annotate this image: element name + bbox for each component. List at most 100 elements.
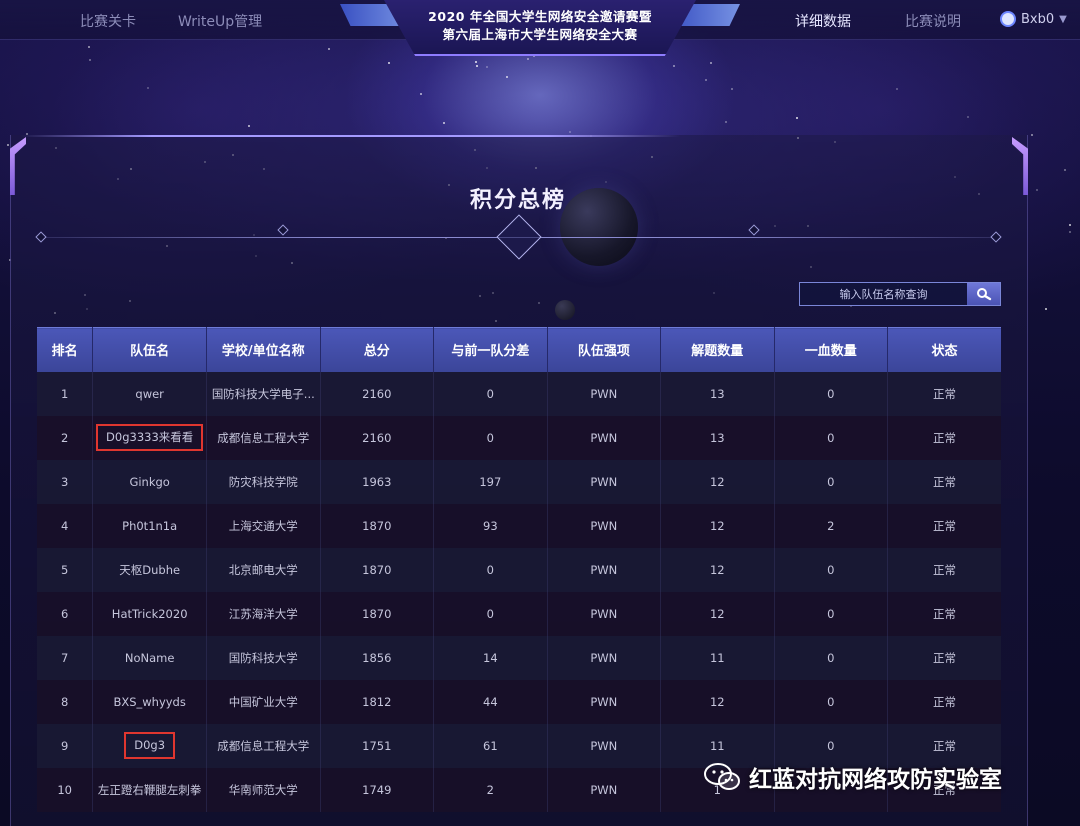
team-search: [799, 282, 1001, 306]
table-cell: PWN: [547, 415, 662, 460]
table-cell: 197: [433, 459, 548, 504]
table-row: 6 HatTrick2020 江苏海洋大学 1870 0 PWN 12 0 正常: [37, 591, 1001, 636]
table-row: 1 qwer 国防科技大学电子... 2160 0 PWN 13 0 正常: [37, 371, 1001, 416]
table-cell: 北京邮电大学: [206, 547, 321, 592]
table-cell: 0: [774, 679, 888, 724]
table-row: 2 D0g3333来看看 成都信息工程大学 2160 0 PWN 13 0 正常: [37, 415, 1001, 460]
table-cell: 12: [660, 679, 775, 724]
scoreboard-table: 排名 队伍名 学校/单位名称 总分 与前一队分差 队伍强项 解题数量 一血数量 状态 1 qwer…: [37, 327, 1001, 812]
chevron-down-icon: ▼: [1059, 13, 1067, 25]
nav-item-writeup[interactable]: WriteUp管理: [178, 11, 262, 31]
column-header: 状态: [887, 327, 1001, 372]
table-cell: 12: [660, 503, 775, 548]
table-cell: 5: [37, 547, 94, 592]
table-cell: 华南师范大学: [206, 767, 321, 812]
table-cell: 正常: [887, 635, 1001, 680]
page-title: 积分总榜: [469, 188, 566, 213]
panel-top-border: [20, 135, 680, 137]
table-cell: 11: [660, 635, 775, 680]
table-cell: 正常: [887, 591, 1001, 636]
table-cell: 7: [37, 635, 94, 680]
column-header: 学校/单位名称: [206, 327, 321, 372]
table-cell: 0: [774, 371, 888, 416]
watermark-text: 红蓝对抗网络攻防实验室: [749, 767, 1002, 793]
table-cell: 1963: [320, 459, 435, 504]
competition-emblem: 2020 年全国大学生网络安全邀请赛暨 第六届上海市大学生网络安全大赛: [298, 0, 782, 56]
table-cell: 4: [37, 503, 94, 548]
table-cell: 正常: [887, 503, 1001, 548]
table-cell: Ph0t1n1a: [92, 503, 208, 548]
column-header: 队伍名: [92, 327, 208, 372]
table-cell: 13: [660, 415, 775, 460]
column-header: 解题数量: [660, 327, 775, 372]
table-cell: 正常: [887, 547, 1001, 592]
table-cell: 14: [433, 635, 548, 680]
table-cell: 0: [774, 459, 888, 504]
table-cell: 0: [774, 591, 888, 636]
wechat-icon: [704, 763, 740, 790]
table-cell: PWN: [547, 679, 662, 724]
column-header: 排名: [37, 327, 94, 372]
column-header: 总分: [320, 327, 435, 372]
table-cell: 10: [37, 767, 94, 812]
search-input[interactable]: [800, 283, 967, 305]
table-cell: 国防科技大学: [206, 635, 321, 680]
table-cell: 0: [774, 635, 888, 680]
table-cell: 12: [660, 591, 775, 636]
nav-item-details[interactable]: 详细数据: [795, 11, 851, 31]
table-cell: 1751: [320, 723, 435, 768]
column-header: 与前一队分差: [433, 327, 548, 372]
table-cell: 2160: [320, 371, 435, 416]
table-cell: PWN: [547, 371, 662, 416]
table-cell: 正常: [887, 415, 1001, 460]
table-cell: 93: [433, 503, 548, 548]
table-row: 3 Ginkgo 防灾科技学院 1963 197 PWN 12 0 正常: [37, 459, 1001, 504]
table-header-row: 排名 队伍名 学校/单位名称 总分 与前一队分差 队伍强项 解题数量 一血数量 状态: [37, 327, 1001, 372]
nav-item-rules[interactable]: 比赛说明: [905, 11, 961, 31]
nav-item-stages[interactable]: 比赛关卡: [80, 11, 136, 31]
table-row: 7 NoName 国防科技大学 1856 14 PWN 11 0 正常: [37, 635, 1001, 680]
table-cell: 3: [37, 459, 94, 504]
table-cell: 1: [37, 371, 94, 416]
table-cell: PWN: [547, 459, 662, 504]
username: Bxb0: [1021, 11, 1055, 27]
table-cell: 1870: [320, 547, 435, 592]
table-cell: 2: [433, 767, 548, 812]
table-cell: 0: [774, 547, 888, 592]
table-cell: BXS_whyyds: [92, 679, 208, 724]
table-cell: HatTrick2020: [92, 591, 208, 636]
table-row: 4 Ph0t1n1a 上海交通大学 1870 93 PWN 12 2 正常: [37, 503, 1001, 548]
table-cell: 13: [660, 371, 775, 416]
table-cell: PWN: [547, 635, 662, 680]
table-row: 5 天枢Dubhe 北京邮电大学 1870 0 PWN 12 0 正常: [37, 547, 1001, 592]
table-cell: NoName: [92, 635, 208, 680]
table-cell: 2: [37, 415, 94, 460]
table-cell: PWN: [547, 503, 662, 548]
table-cell: qwer: [92, 371, 208, 416]
search-icon: [976, 288, 991, 301]
table-cell: 上海交通大学: [206, 503, 321, 548]
moon-decoration: [555, 300, 575, 320]
competition-title-line1: 2020 年全国大学生网络安全邀请赛暨: [428, 9, 652, 24]
table-cell: D0g3: [92, 723, 208, 768]
table-cell: 国防科技大学电子...: [206, 371, 321, 416]
highlighted-team-name: D0g3: [124, 731, 176, 760]
table-cell: PWN: [547, 767, 662, 812]
search-button[interactable]: [967, 283, 1000, 305]
table-cell: D0g3333来看看: [92, 415, 208, 460]
table-cell: 61: [433, 723, 548, 768]
table-cell: PWN: [547, 591, 662, 636]
table-row: 8 BXS_whyyds 中国矿业大学 1812 44 PWN 12 0 正常: [37, 679, 1001, 724]
table-cell: 1856: [320, 635, 435, 680]
table-cell: 1749: [320, 767, 435, 812]
table-cell: 1870: [320, 591, 435, 636]
table-cell: 0: [433, 371, 548, 416]
table-cell: 0: [433, 547, 548, 592]
table-cell: 中国矿业大学: [206, 679, 321, 724]
table-cell: 左正蹬右鞭腿左刺拳: [92, 767, 208, 812]
table-cell: PWN: [547, 547, 662, 592]
user-menu[interactable]: Bxb0 ▼: [1000, 11, 1067, 27]
table-cell: 0: [774, 415, 888, 460]
column-header: 一血数量: [774, 327, 888, 372]
table-cell: 12: [660, 547, 775, 592]
